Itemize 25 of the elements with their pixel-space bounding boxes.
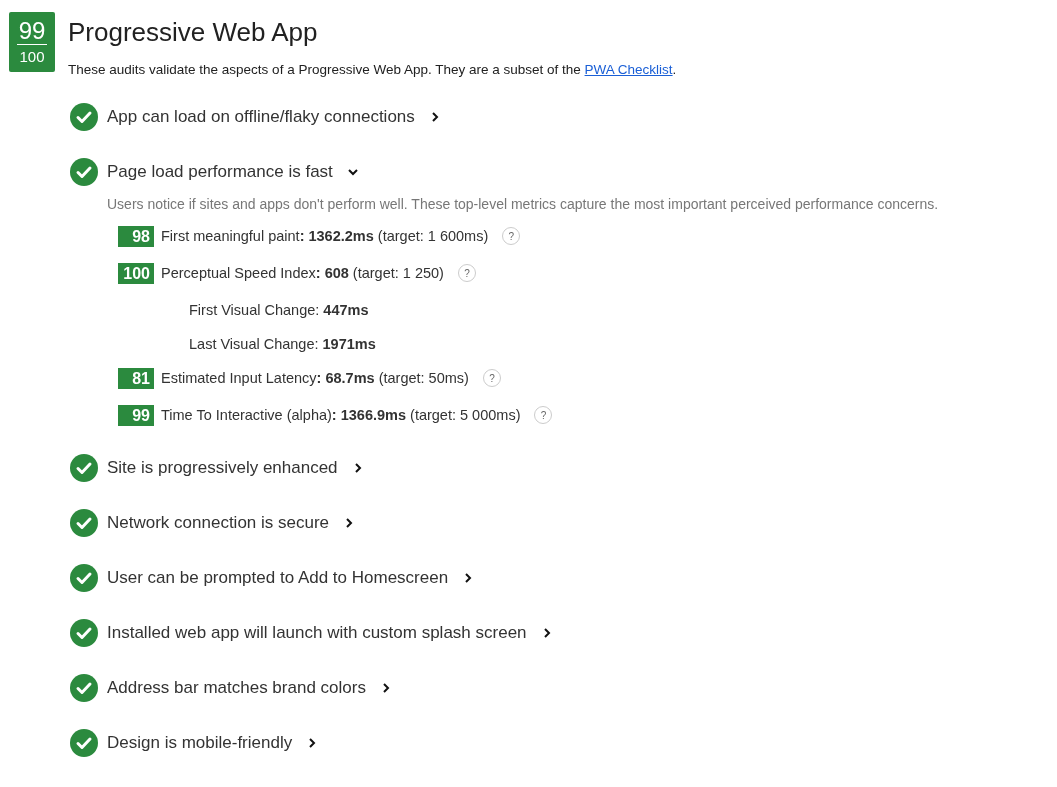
audit-title[interactable]: Page load performance is fast — [107, 162, 333, 182]
metric-text: First meaningful paint: 1362.2ms (target: 1 600ms) — [161, 228, 489, 244]
metric-score-badge: 98 — [118, 225, 154, 247]
metric-score-badge: 81 — [118, 367, 154, 389]
audit-title[interactable]: User can be prompted to Add to Homescreen — [107, 568, 449, 588]
section-description: These audits validate the aspects of a Progressive Web App. They are a subset of the PWA Checklist. — [68, 62, 677, 77]
audit-title[interactable]: App can load on offline/flaky connections — [107, 107, 415, 127]
audit-description: Users notice if sites and apps don't perform well. These top-level metrics capture the most important perceived performance concerns. — [107, 196, 940, 212]
chevron-icon[interactable] — [346, 166, 359, 178]
metric-text: Estimated Input Latency: 68.7ms (target: 50ms) — [161, 370, 469, 386]
metric-text: Time To Interactive (alpha): 1366.9ms (target: 5 000ms) — [161, 407, 521, 423]
metric-text: Perceptual Speed Index: 608 (target: 1 250) — [161, 265, 444, 281]
metric-text: Last Visual Change: 1971ms — [189, 336, 376, 352]
metric-text: First Visual Change: 447ms — [189, 302, 369, 318]
score-max: 100 — [19, 46, 45, 67]
section-title: Progressive Web App — [68, 16, 319, 48]
audit-title[interactable]: Address bar matches brand colors — [107, 678, 366, 698]
metric-score-badge: 99 — [118, 404, 154, 426]
audit-title[interactable]: Design is mobile-friendly — [107, 733, 293, 753]
audit-title[interactable]: Site is progressively enhanced — [107, 458, 338, 478]
metric-score-badge: 100 — [118, 262, 154, 284]
score-value: 99 — [16, 17, 48, 45]
audit-title[interactable]: Network connection is secure — [107, 513, 330, 533]
audit-title[interactable]: Installed web app will launch with custom splash screen — [107, 623, 527, 643]
checklist-link[interactable]: PWA Checklist — [584, 62, 673, 77]
